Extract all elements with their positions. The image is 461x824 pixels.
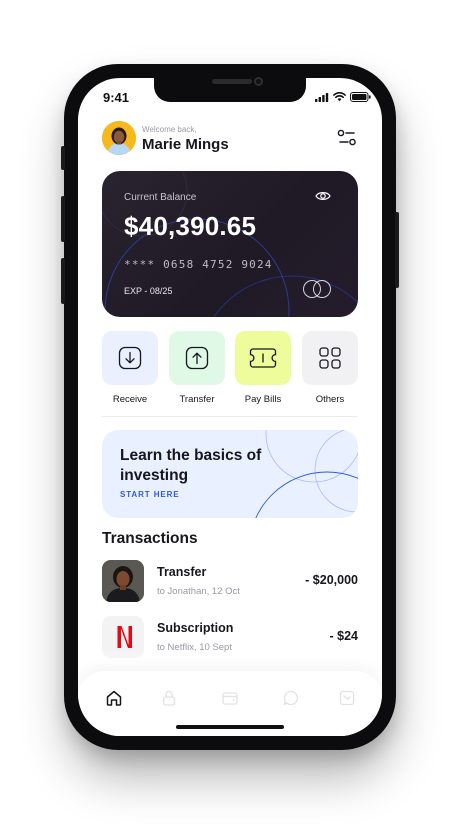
action-others[interactable]: Others bbox=[302, 331, 358, 405]
wifi-icon bbox=[333, 92, 346, 102]
divider bbox=[102, 416, 358, 417]
tab-lock[interactable] bbox=[158, 687, 180, 709]
action-pay-bills[interactable]: Pay Bills bbox=[235, 331, 291, 405]
transaction-title: Transfer bbox=[157, 565, 207, 579]
arrow-up-icon bbox=[185, 346, 209, 370]
promo-banner[interactable]: Learn the basics of investing START HERE bbox=[102, 430, 358, 518]
card-number: **** 0658 4752 9024 bbox=[124, 258, 273, 271]
transaction-title: Subscription bbox=[157, 621, 234, 635]
transfer-tile[interactable] bbox=[169, 331, 225, 385]
home-icon bbox=[106, 690, 122, 706]
signal-icon bbox=[315, 92, 329, 102]
user-name: Marie Mings bbox=[142, 136, 229, 153]
volume-up-button bbox=[61, 196, 65, 242]
speaker-grille bbox=[212, 79, 252, 84]
pay-bills-tile[interactable] bbox=[235, 331, 291, 385]
arrow-down-icon bbox=[118, 346, 142, 370]
app-screen: 9:41 Welcome back, Marie Mings Current B… bbox=[78, 78, 382, 736]
receive-tile[interactable] bbox=[102, 331, 158, 385]
card-expiry: EXP - 08/25 bbox=[124, 286, 173, 296]
action-transfer[interactable]: Transfer bbox=[169, 331, 225, 405]
battery-icon bbox=[350, 92, 371, 102]
pay-bills-label: Pay Bills bbox=[244, 394, 282, 405]
status-icons bbox=[315, 92, 371, 102]
ticket-icon bbox=[249, 348, 277, 368]
chat-icon bbox=[283, 690, 299, 706]
power-button bbox=[395, 212, 399, 288]
filter-icon[interactable] bbox=[336, 128, 358, 148]
tab-wallet[interactable] bbox=[219, 687, 241, 709]
others-tile[interactable] bbox=[302, 331, 358, 385]
transaction-amount: - $24 bbox=[329, 629, 359, 643]
eye-icon[interactable] bbox=[315, 190, 331, 202]
person-photo bbox=[102, 560, 144, 602]
transactions-title: Transactions bbox=[102, 530, 198, 547]
transaction-row[interactable]: Transfer to Jonathan, 12 Oct - $20,000 bbox=[102, 560, 358, 604]
wallet-icon bbox=[222, 692, 238, 705]
avatar[interactable] bbox=[102, 121, 136, 155]
balance-card[interactable]: Current Balance $40,390.65 **** 0658 475… bbox=[102, 171, 358, 317]
front-camera bbox=[254, 77, 263, 86]
transfer-label: Transfer bbox=[179, 394, 215, 405]
others-label: Others bbox=[315, 394, 345, 405]
tab-chart[interactable] bbox=[336, 687, 358, 709]
status-time: 9:41 bbox=[103, 90, 130, 105]
tab-home[interactable] bbox=[103, 687, 125, 709]
transaction-amount: - $20,000 bbox=[305, 573, 358, 587]
balance-label: Current Balance bbox=[124, 192, 197, 203]
card-network-logo bbox=[303, 280, 331, 298]
promo-cta[interactable]: START HERE bbox=[120, 490, 180, 499]
balance-amount: $40,390.65 bbox=[124, 211, 257, 241]
avatar-photo bbox=[102, 121, 136, 155]
promo-title: Learn the basics of investing bbox=[120, 447, 262, 484]
chart-icon bbox=[339, 690, 355, 706]
tab-chat[interactable] bbox=[280, 687, 302, 709]
transaction-subtitle: to Jonathan, 12 Oct bbox=[157, 586, 240, 597]
grid-icon bbox=[319, 347, 341, 369]
volume-down-button bbox=[61, 258, 65, 304]
lock-icon bbox=[162, 690, 176, 706]
home-indicator bbox=[176, 725, 284, 729]
mute-switch bbox=[61, 146, 65, 170]
action-receive[interactable]: Receive bbox=[102, 331, 158, 405]
receive-label: Receive bbox=[112, 394, 148, 405]
welcome-text: Welcome back, bbox=[142, 125, 197, 134]
